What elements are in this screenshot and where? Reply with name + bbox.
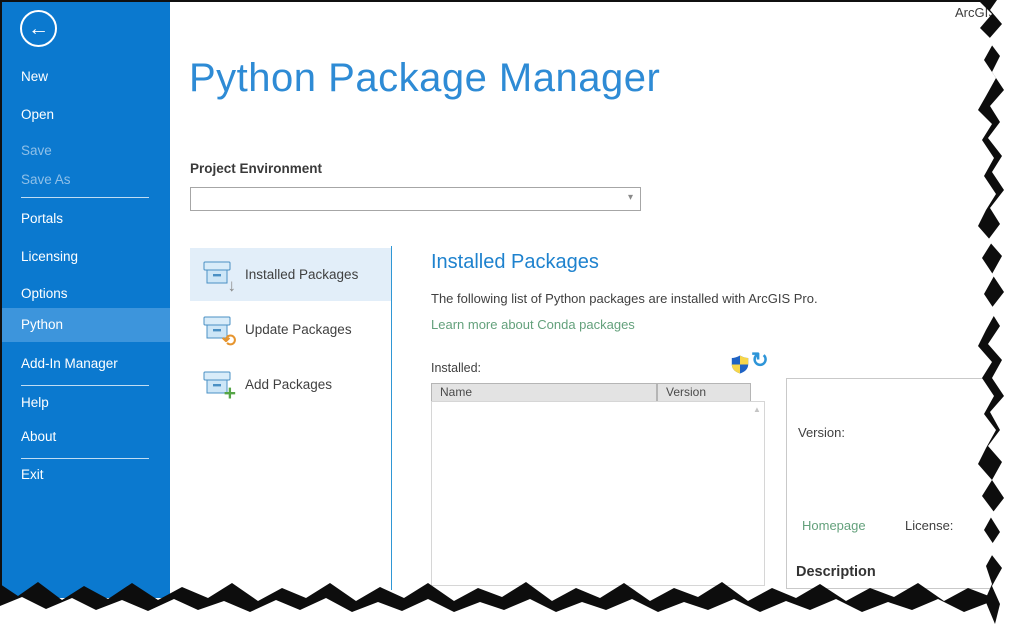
- nav-item-add-packages[interactable]: + Add Packages: [190, 358, 391, 411]
- page-title: Python Package Manager: [189, 56, 661, 100]
- sidebar-item-help[interactable]: Help: [0, 391, 170, 415]
- back-button[interactable]: ←: [20, 10, 57, 47]
- sidebar-item-options[interactable]: Options: [0, 282, 170, 306]
- installed-packages-heading: Installed Packages: [431, 251, 599, 273]
- sidebar-separator: [21, 197, 149, 198]
- column-header-version[interactable]: Version: [657, 383, 751, 402]
- refresh-icon[interactable]: ↻: [751, 350, 769, 371]
- sidebar-item-open[interactable]: Open: [0, 103, 170, 127]
- sidebar-item-licensing[interactable]: Licensing: [0, 245, 170, 269]
- version-label: Version:: [798, 425, 845, 440]
- installed-packages-description: The following list of Python packages ar…: [431, 291, 818, 306]
- description-heading: Description: [796, 564, 876, 580]
- nav-item-label: Installed Packages: [245, 267, 359, 282]
- add-plus-glyph: +: [223, 382, 236, 405]
- column-header-name[interactable]: Name: [431, 383, 657, 402]
- nav-item-update-packages[interactable]: ⟲ Update Packages: [190, 303, 391, 356]
- uac-shield-icon[interactable]: [731, 355, 749, 374]
- sidebar-item-python[interactable]: Python: [0, 308, 170, 342]
- nav-item-label: Update Packages: [245, 322, 352, 337]
- sidebar-item-exit[interactable]: Exit: [0, 463, 170, 487]
- sidebar-item-save-as: Save As: [21, 172, 71, 187]
- nav-item-label: Add Packages: [245, 377, 333, 392]
- sidebar-item-portals[interactable]: Portals: [0, 207, 170, 231]
- project-environment-combobox[interactable]: ▾: [190, 187, 641, 211]
- chevron-down-icon: ▾: [627, 192, 633, 203]
- package-details-panel: Version: Homepage License: Description: [786, 378, 1018, 589]
- project-environment-label: Project Environment: [190, 161, 323, 176]
- sidebar-separator: [21, 458, 149, 459]
- window-top-border: [0, 0, 1026, 2]
- sidebar-item-save: Save: [21, 143, 52, 158]
- package-download-icon: ↓: [201, 257, 237, 295]
- back-arrow-icon: ←: [28, 17, 49, 40]
- conda-learn-more-link[interactable]: Learn more about Conda packages: [431, 317, 635, 332]
- homepage-link[interactable]: Homepage: [802, 518, 866, 533]
- installed-list-label: Installed:: [431, 361, 482, 375]
- nav-item-installed-packages[interactable]: ↓ Installed Packages: [190, 248, 391, 301]
- sidebar-item-about[interactable]: About: [0, 425, 170, 449]
- window-left-border: [0, 0, 2, 600]
- sidebar-item-new[interactable]: New: [0, 65, 170, 89]
- sidebar-separator: [21, 385, 149, 386]
- scrollbar-up-icon[interactable]: ▲: [753, 405, 761, 414]
- refresh-glyph: ⟲: [221, 331, 236, 350]
- package-refresh-icon: ⟲: [201, 312, 236, 350]
- panel-separator-line: [391, 246, 392, 590]
- package-add-icon: +: [201, 367, 236, 405]
- sidebar-item-add-in-manager[interactable]: Add-In Manager: [0, 352, 170, 376]
- download-arrow-glyph: ↓: [227, 276, 237, 295]
- installed-packages-table: [431, 401, 765, 586]
- python-package-manager-backstage: ← New Open Save Save As Portals Licensin…: [0, 0, 1026, 624]
- license-label: License:: [905, 518, 954, 533]
- arcgis-brand-text: ArcGIS: [955, 5, 997, 20]
